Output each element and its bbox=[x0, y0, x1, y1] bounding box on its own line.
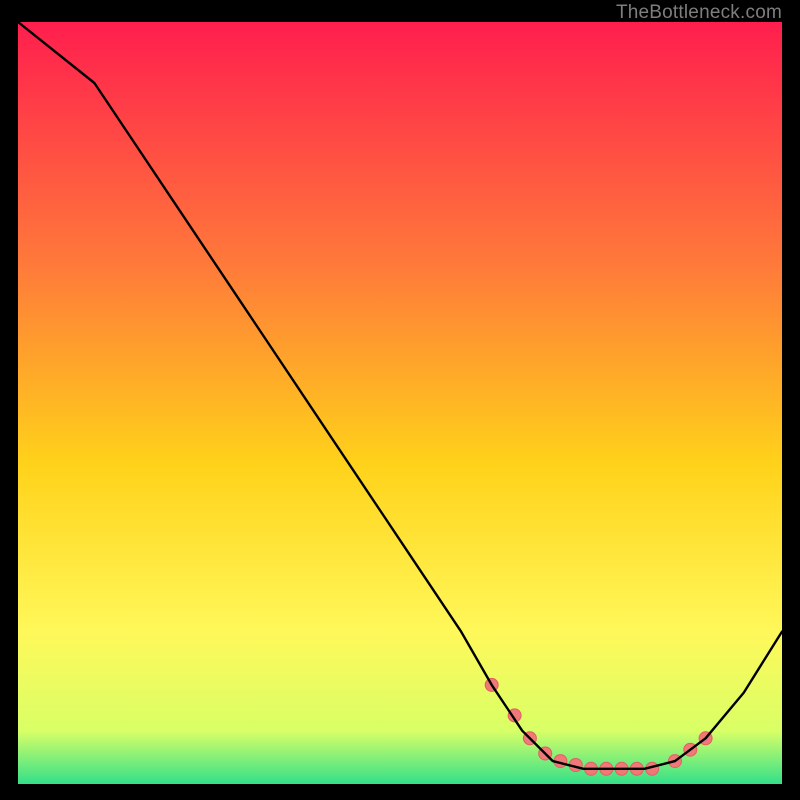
chart-frame: TheBottleneck.com bbox=[0, 0, 800, 800]
attribution-label: TheBottleneck.com bbox=[616, 2, 782, 24]
chart-svg bbox=[18, 22, 782, 784]
plot-area bbox=[18, 22, 782, 784]
gradient-background bbox=[18, 22, 782, 784]
